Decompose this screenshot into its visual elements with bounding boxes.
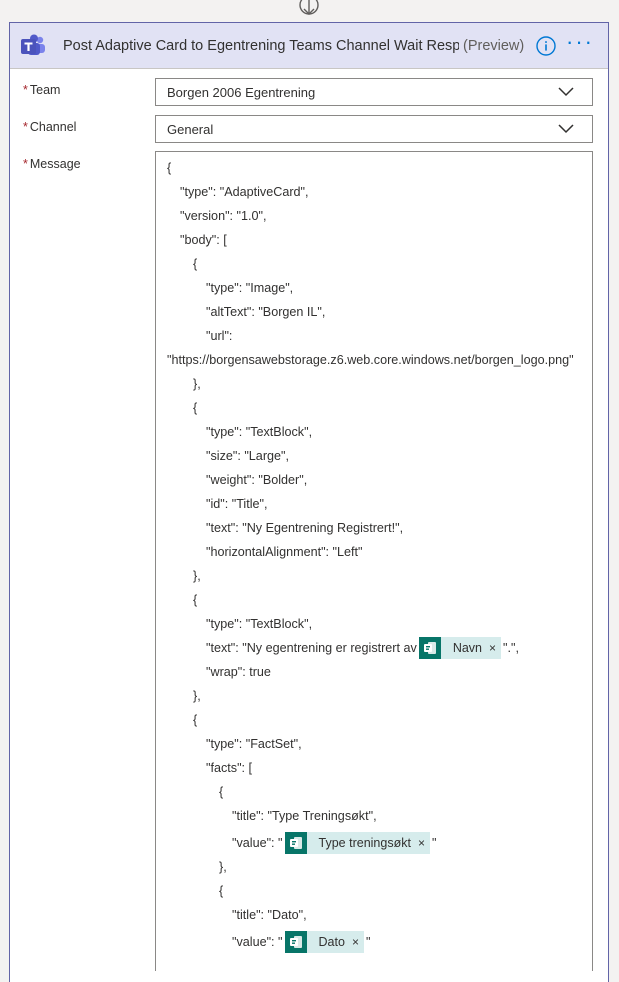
code-line: { [193, 401, 198, 415]
channel-dropdown-value: General [167, 121, 214, 137]
code-line: "text": "Ny Egentrening Registrert!", [206, 521, 404, 535]
preview-badge: (Preview) [463, 37, 525, 54]
team-dropdown[interactable]: Borgen 2006 Egentrening [155, 78, 593, 106]
action-card: Post Adaptive Card to Egentrening Teams … [9, 22, 609, 982]
code-line: }, [193, 689, 201, 703]
token-label: Dato [318, 935, 345, 949]
code-line: "size": "Large", [206, 449, 289, 463]
code-line: "version": "1.0", [180, 209, 267, 223]
code-text: ".", [503, 641, 519, 655]
code-line: "altText": "Borgen IL", [206, 305, 326, 319]
token-label: Type treningsøkt [318, 836, 411, 850]
code-line: "https://borgensawebstorage.z6.web.core.… [167, 353, 574, 367]
team-label: * Team [23, 83, 60, 97]
code-line: { [193, 713, 198, 727]
team-label-text: Team [29, 83, 61, 97]
token-label: Navn [452, 641, 482, 655]
chevron-down-icon [558, 124, 574, 134]
code-line: "horizontalAlignment": "Left" [206, 545, 363, 559]
microsoft-teams-icon [17, 30, 49, 62]
code-text: " [431, 836, 437, 850]
code-line: "body": [ [180, 233, 227, 247]
dynamic-content-token-dato[interactable]: Dato × [284, 931, 364, 953]
code-line: "url": [206, 329, 233, 343]
message-label-text: Message [29, 157, 81, 171]
code-line: }, [193, 569, 201, 583]
message-editor[interactable]: { "type": "AdaptiveCard", "version": "1.… [155, 151, 593, 971]
code-line: "id": "Title", [206, 497, 268, 511]
required-marker: * [23, 157, 28, 171]
code-text: "text": "Ny egentrening er registrert av [206, 641, 417, 655]
required-marker: * [23, 120, 28, 134]
code-line-with-token: "value": " Type treningsøkt × " [232, 831, 436, 855]
code-line: { [219, 785, 224, 799]
chevron-down-icon [558, 87, 574, 97]
action-title[interactable]: Post Adaptive Card to Egentrening Teams … [63, 38, 459, 54]
close-icon[interactable]: × [486, 640, 501, 656]
code-line: "type": "TextBlock", [206, 617, 313, 631]
flow-connector-arrow-icon [299, 0, 319, 15]
close-icon[interactable]: × [415, 835, 430, 851]
more-options-icon[interactable]: ··· [566, 30, 594, 55]
code-line: { [193, 257, 198, 271]
code-text: "value": " [232, 836, 283, 850]
code-line: "facts": [ [206, 761, 253, 775]
team-dropdown-value: Borgen 2006 Egentrening [167, 84, 316, 100]
channel-label: * Channel [23, 120, 76, 134]
action-card-header[interactable]: Post Adaptive Card to Egentrening Teams … [10, 23, 608, 69]
close-icon[interactable]: × [349, 934, 364, 950]
code-line: { [219, 884, 224, 898]
code-text: "value": " [232, 935, 283, 949]
code-line: }, [219, 860, 227, 874]
channel-label-text: Channel [29, 120, 77, 134]
message-label: * Message [23, 157, 81, 171]
code-text: " [365, 935, 371, 949]
dynamic-content-token-type-treningsokt[interactable]: Type treningsøkt × [284, 832, 430, 854]
info-icon[interactable] [536, 35, 556, 56]
code-line: "title": "Dato", [232, 908, 307, 922]
code-line: }, [193, 377, 201, 391]
microsoft-forms-icon [284, 832, 307, 854]
code-line: { [193, 593, 198, 607]
code-line: "type": "Image", [206, 281, 294, 295]
dynamic-content-token-navn[interactable]: Navn × [418, 637, 502, 659]
microsoft-forms-icon [284, 931, 307, 953]
channel-dropdown[interactable]: General [155, 115, 593, 143]
code-line: "weight": "Bolder", [206, 473, 308, 487]
required-marker: * [23, 83, 28, 97]
code-line: "type": "AdaptiveCard", [180, 185, 309, 199]
code-line-with-token: "text": "Ny egentrening er registrert av… [206, 636, 519, 660]
code-line: "wrap": true [206, 665, 271, 679]
code-line: { [167, 161, 172, 175]
code-line-with-token: "value": " Dato × " [232, 930, 370, 954]
microsoft-forms-icon [418, 637, 441, 659]
code-line: "type": "TextBlock", [206, 425, 313, 439]
code-line: "title": "Type Treningsøkt", [232, 809, 377, 823]
code-line: "type": "FactSet", [206, 737, 302, 751]
